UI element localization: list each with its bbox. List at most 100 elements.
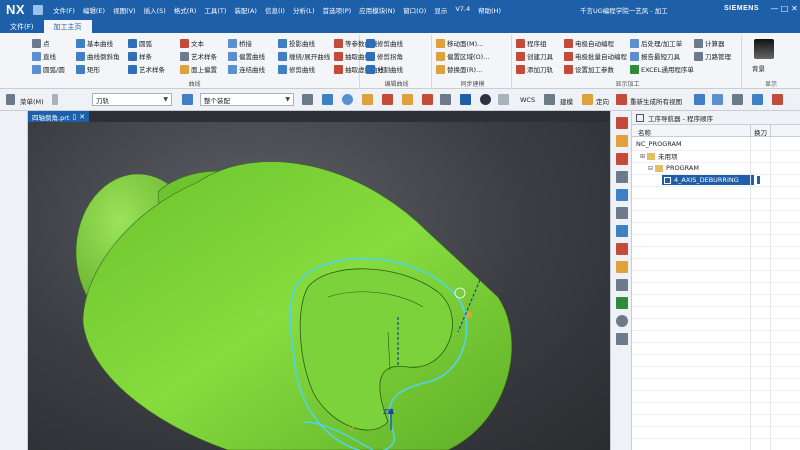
excel-sheet-button[interactable]: EXCEL通用程序单 (630, 63, 694, 75)
divide-curve-button[interactable]: 分割曲线 (366, 63, 403, 75)
menu-info[interactable]: 信息(I) (261, 5, 289, 15)
machining-params-button[interactable]: 设置加工参数 (564, 63, 614, 75)
menu-edit[interactable]: 编辑(E) (79, 5, 109, 15)
menu-display[interactable]: 显示 (430, 5, 451, 15)
curve-chamfer-button[interactable]: 曲线倒斜角 (76, 50, 120, 62)
toolpath-manage-button[interactable]: 刀路管理 (694, 50, 731, 62)
web-browser-icon[interactable] (616, 243, 628, 255)
point-button[interactable]: 点 (32, 37, 50, 49)
machine-nav-icon[interactable] (616, 225, 628, 237)
wcs-toggle-icon[interactable] (460, 94, 471, 105)
rectangle-button[interactable]: 矩形 (76, 63, 100, 75)
hexagon-icon[interactable] (342, 94, 353, 105)
menu-application[interactable]: 应用模块(N) (355, 5, 399, 15)
selection-scope-select[interactable]: 整个装配 ▼ (200, 93, 294, 106)
assembly-nav-icon[interactable] (616, 117, 628, 129)
nav-icon-1[interactable] (694, 94, 705, 105)
regenerate-views-button[interactable]: 重新生成所有视图 (630, 96, 682, 106)
process-studio-icon[interactable] (616, 279, 628, 291)
offset-region-button[interactable]: 偏置区域(O)... (436, 50, 489, 62)
replace-face-button[interactable]: 替换面(R)... (436, 63, 482, 75)
nav-icon-3[interactable] (732, 94, 743, 105)
studio-spline-button[interactable]: 艺术样条 (128, 63, 165, 75)
regenerate-icon[interactable] (616, 94, 627, 105)
document-menu-icon[interactable]: ▯ (72, 113, 76, 121)
arc-circle-button[interactable]: 圆弧/圆 (32, 63, 65, 75)
text-button[interactable]: 文本 (180, 37, 204, 49)
reuse-library-icon[interactable] (616, 171, 628, 183)
document-tab[interactable]: 四轴倒角.prt ▯ ✕ (28, 111, 90, 122)
program-group-button[interactable]: 程序组 (516, 37, 547, 49)
calculator-button[interactable]: 计算器 (694, 37, 725, 49)
electrode-auto-button[interactable]: 电极自动编程 (564, 37, 614, 49)
nav-icon-5[interactable] (772, 94, 783, 105)
menu-insert[interactable]: 插入(S) (140, 5, 170, 15)
move-face-button[interactable]: 移动面(M)... (436, 37, 483, 49)
trim-curve-button[interactable]: 修剪曲线 (278, 63, 315, 75)
electrode-batch-button[interactable]: 电极批量自动编程 (564, 50, 627, 62)
close-icon[interactable]: ✕ (79, 113, 85, 121)
display-icon[interactable] (498, 94, 509, 105)
orient-cube-icon[interactable] (582, 94, 593, 105)
operation-nav-icon[interactable] (616, 189, 628, 201)
tree-item-unused[interactable]: ⊞ 未用项 (640, 151, 678, 161)
offset-curve-button[interactable]: 偏置曲线 (228, 50, 265, 62)
background-icon[interactable] (754, 39, 774, 59)
postprocess-button[interactable]: 后处理/加工单 (630, 37, 682, 49)
chevron-down-icon[interactable] (52, 94, 58, 105)
cube-red-icon[interactable] (382, 94, 393, 105)
menu-view[interactable]: 视图(V) (109, 5, 140, 15)
part-nav-icon[interactable] (616, 153, 628, 165)
menu-format[interactable]: 格式(R) (170, 5, 201, 15)
tab-machining-home[interactable]: 加工主页 (43, 20, 92, 33)
save-icon[interactable] (33, 4, 44, 15)
menu-assembly[interactable]: 装配(A) (230, 5, 261, 15)
art-spline-button[interactable]: 艺术样条 (180, 50, 217, 62)
manufacturing-icon[interactable] (616, 297, 628, 309)
eye-icon[interactable] (480, 94, 491, 105)
create-tool-button[interactable]: 创建刀具 (516, 50, 553, 62)
document-icon[interactable] (616, 333, 628, 345)
tree-item-4-axis-deburring[interactable]: 4_AXIS_DEBURRING (662, 175, 754, 185)
close-button[interactable]: ✕ (790, 4, 799, 14)
modeling-button[interactable]: 建模 (560, 96, 573, 106)
part-model[interactable]: ZM (28, 122, 610, 450)
line-button[interactable]: 直线 (32, 50, 56, 62)
menu-help[interactable]: 帮助(H) (474, 5, 505, 15)
tree-item-program[interactable]: ⊟ PROGRAM (648, 163, 699, 173)
orient-button[interactable]: 定向 (596, 96, 609, 106)
column-tool-change[interactable]: 换刀 (754, 127, 767, 137)
menu-icon[interactable] (6, 94, 15, 105)
snap-icon[interactable] (302, 94, 313, 105)
palette-icon[interactable] (616, 261, 628, 273)
menu-tools[interactable]: 工具(T) (200, 5, 230, 15)
axis-point-marker[interactable] (466, 312, 472, 318)
tree-item-nc-program[interactable]: NC_PROGRAM (636, 139, 682, 149)
menu-button[interactable]: 菜单(M) (20, 96, 44, 106)
solid-gray-icon[interactable] (440, 94, 451, 105)
trim-corner-button[interactable]: 修剪拐角 (366, 50, 403, 62)
history-icon[interactable] (616, 207, 628, 219)
maximize-button[interactable]: □ (780, 4, 789, 14)
join-curve-button[interactable]: 连结曲线 (228, 63, 265, 75)
solid-red-icon[interactable] (422, 94, 433, 105)
pin-icon[interactable] (636, 113, 644, 122)
ellipse-button[interactable]: 圆弧 (128, 37, 152, 49)
trim-curve-edit-button[interactable]: 修剪曲线 (366, 37, 403, 49)
settings-gear-icon[interactable] (616, 315, 628, 327)
graphics-viewport[interactable]: ZM (28, 122, 610, 450)
constraint-nav-icon[interactable] (616, 135, 628, 147)
solid-icon[interactable] (402, 94, 413, 105)
menu-version[interactable]: V7.4 (451, 5, 474, 15)
wrap-unwrap-button[interactable]: 缠绕/展开曲线 (278, 50, 330, 62)
menu-preferences[interactable]: 首选项(P) (319, 5, 356, 15)
type-filter-select[interactable]: 刀轨 ▼ (92, 93, 172, 106)
shortest-tool-button[interactable]: 报告最短刀具 (630, 50, 680, 62)
wcs-label[interactable]: WCS (520, 96, 535, 104)
column-name[interactable]: 名称 (638, 127, 651, 137)
spline-button[interactable]: 样条 (128, 50, 152, 62)
minimize-button[interactable]: — (770, 4, 779, 14)
menu-file[interactable]: 文件(F) (49, 5, 79, 15)
add-toolpath-button[interactable]: 添加刀轨 (516, 63, 553, 75)
bridge-button[interactable]: 桥接 (228, 37, 252, 49)
